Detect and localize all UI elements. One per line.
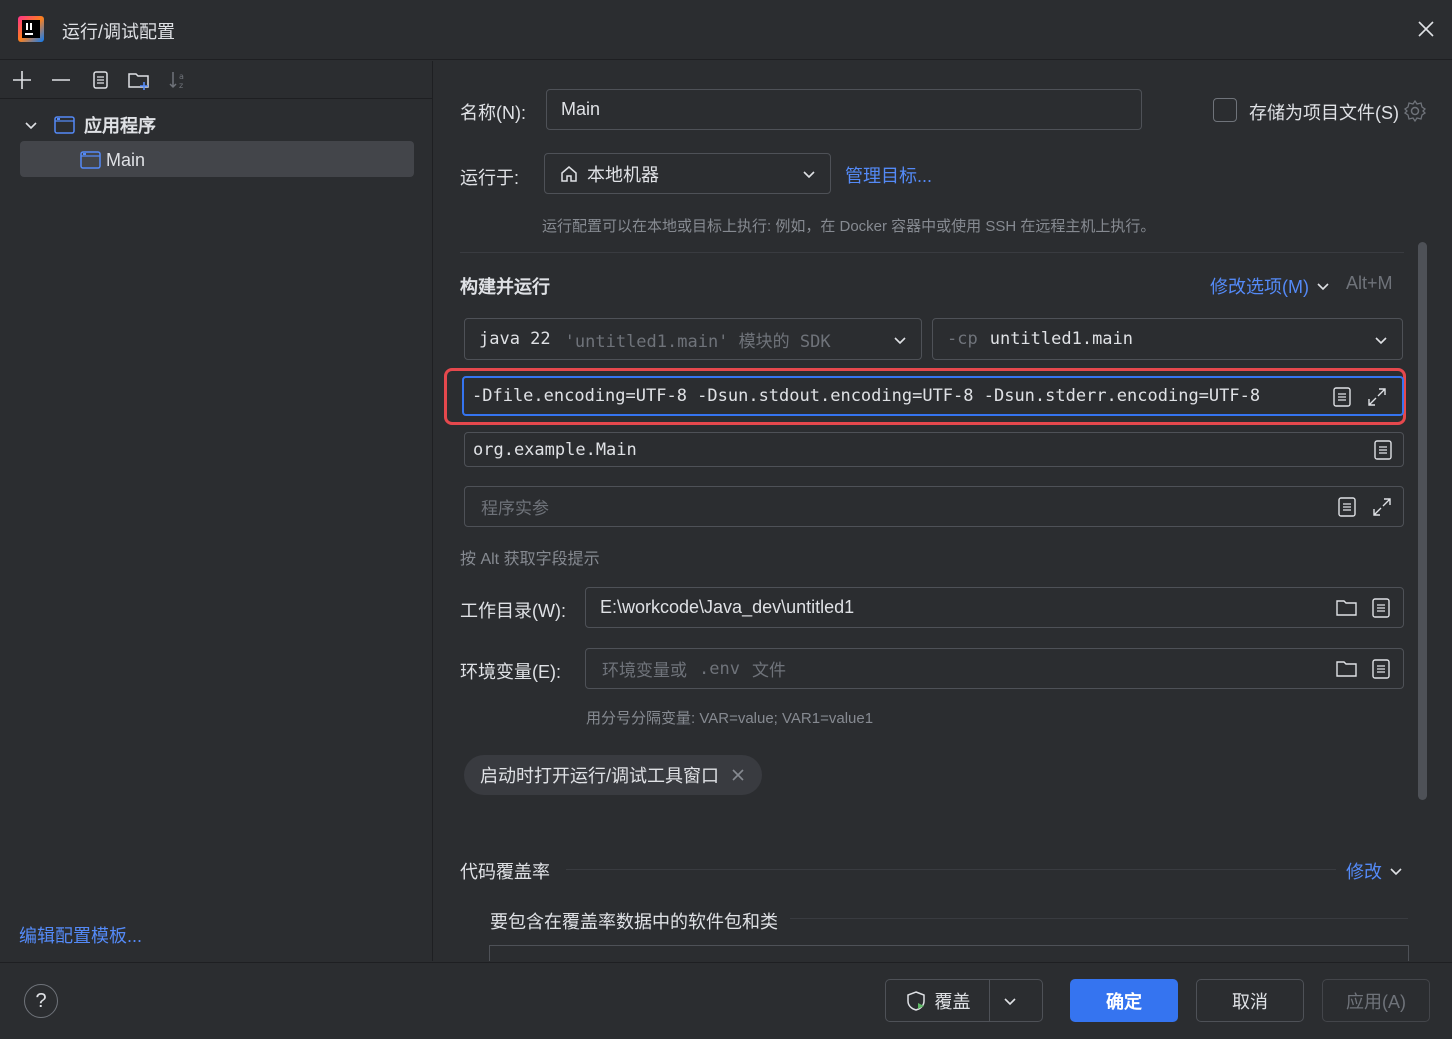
folder-icon[interactable] bbox=[1335, 598, 1359, 618]
coverage-package-list[interactable] bbox=[489, 945, 1409, 961]
chevron-down-icon bbox=[1315, 278, 1331, 294]
svg-text:z: z bbox=[179, 81, 183, 90]
modify-options-link[interactable]: 修改选项(M) bbox=[1210, 273, 1331, 299]
divider bbox=[460, 252, 1404, 253]
chevron-down-icon bbox=[1002, 993, 1018, 1009]
scrollbar[interactable] bbox=[1418, 242, 1427, 800]
list-icon[interactable] bbox=[1371, 658, 1391, 680]
classpath-select[interactable]: -cp untitled1.main bbox=[932, 318, 1403, 360]
title-bar bbox=[0, 0, 1452, 60]
ok-button[interactable]: 确定 bbox=[1070, 979, 1178, 1022]
working-dir-input[interactable]: E:\workcode\Java_dev\untitled1 bbox=[585, 587, 1404, 628]
coverage-description: 要包含在覆盖率数据中的软件包和类 bbox=[490, 912, 778, 932]
apply-button[interactable]: 应用(A) bbox=[1322, 979, 1430, 1022]
name-label: 名称(N): bbox=[460, 103, 526, 123]
list-icon[interactable] bbox=[1337, 496, 1357, 518]
copy-icon[interactable] bbox=[88, 68, 112, 92]
env-placeholder-b: .env bbox=[699, 658, 740, 679]
window-title: 运行/调试配置 bbox=[62, 22, 176, 42]
working-dir-value: E:\workcode\Java_dev\untitled1 bbox=[600, 597, 855, 617]
store-as-project-file-label[interactable]: 存储为项目文件(S) bbox=[1249, 99, 1399, 125]
shield-run-icon bbox=[905, 990, 927, 1012]
cover-button[interactable]: 覆盖 bbox=[899, 980, 990, 1021]
main-class-value: org.example.Main bbox=[473, 439, 637, 460]
list-icon[interactable] bbox=[1373, 439, 1393, 461]
application-config-icon bbox=[54, 115, 76, 135]
cover-split-button[interactable]: 覆盖 bbox=[885, 979, 1043, 1022]
classpath-value: untitled1.main bbox=[989, 329, 1134, 349]
config-tree-pane bbox=[0, 61, 433, 961]
manage-targets-link[interactable]: 管理目标... bbox=[845, 162, 932, 188]
vm-options-input[interactable]: -Dfile.encoding=UTF-8 -Dsun.stdout.encod… bbox=[462, 376, 1404, 416]
svg-text:a: a bbox=[179, 72, 184, 81]
coverage-section-title: 代码覆盖率 bbox=[460, 862, 550, 882]
home-icon bbox=[559, 164, 579, 184]
modify-options-label: 修改选项(M) bbox=[1210, 277, 1309, 297]
run-on-label: 运行于: bbox=[460, 168, 520, 188]
chevron-down-icon bbox=[1372, 331, 1390, 349]
chevron-down-icon[interactable] bbox=[22, 116, 40, 134]
expand-icon[interactable] bbox=[1371, 496, 1393, 518]
tree-group-label: 应用程序 bbox=[84, 116, 156, 136]
env-label: 环境变量(E): bbox=[460, 662, 561, 682]
name-input[interactable]: Main bbox=[546, 89, 1142, 130]
env-input[interactable]: 环境变量或 .env 文件 bbox=[585, 648, 1404, 689]
divider bbox=[566, 869, 1336, 870]
folder-icon[interactable] bbox=[1335, 659, 1359, 679]
build-run-section-title: 构建并运行 bbox=[460, 277, 550, 297]
store-as-project-file-checkbox[interactable] bbox=[1213, 98, 1237, 122]
env-placeholder-c: 文件 bbox=[751, 661, 786, 681]
cover-dropdown[interactable] bbox=[990, 993, 1030, 1009]
edit-templates-link[interactable]: 编辑配置模板... bbox=[19, 922, 142, 948]
chevron-down-icon bbox=[891, 331, 909, 349]
expand-icon[interactable] bbox=[1366, 386, 1388, 408]
chevron-down-icon bbox=[800, 165, 818, 183]
run-on-value: 本地机器 bbox=[587, 164, 659, 185]
program-args-input[interactable]: 程序实参 bbox=[464, 486, 1404, 527]
env-placeholder-a: 环境变量或 bbox=[602, 661, 687, 681]
classpath-flag: -cp bbox=[947, 329, 978, 349]
tree-item-label: Main bbox=[106, 149, 146, 170]
sdk-detail: 'untitled1.main' 模块的 SDK bbox=[564, 331, 831, 352]
vm-options-value: -Dfile.encoding=UTF-8 -Dsun.stdout.encod… bbox=[472, 386, 1261, 406]
run-on-select[interactable]: 本地机器 bbox=[544, 153, 831, 194]
cover-button-label: 覆盖 bbox=[934, 991, 971, 1012]
name-input-value: Main bbox=[561, 99, 601, 119]
close-icon[interactable] bbox=[731, 768, 745, 782]
sort-icon: az bbox=[166, 68, 190, 92]
intellij-logo-icon bbox=[18, 16, 44, 42]
list-icon[interactable] bbox=[1332, 386, 1352, 408]
sdk-value: java 22 bbox=[479, 329, 551, 349]
remove-icon[interactable] bbox=[49, 68, 73, 92]
sdk-select[interactable]: java 22 'untitled1.main' 模块的 SDK bbox=[464, 318, 922, 360]
chevron-down-icon bbox=[1388, 863, 1404, 879]
add-icon[interactable] bbox=[10, 68, 34, 92]
gear-icon[interactable] bbox=[1402, 98, 1428, 124]
application-config-icon bbox=[80, 150, 102, 170]
close-icon[interactable] bbox=[1414, 17, 1438, 41]
env-hint: 用分号分隔变量: VAR=value; VAR1=value1 bbox=[586, 710, 874, 727]
main-class-input[interactable]: org.example.Main bbox=[464, 432, 1404, 467]
modify-options-shortcut: Alt+M bbox=[1346, 273, 1393, 293]
cancel-button[interactable]: 取消 bbox=[1196, 979, 1304, 1022]
working-dir-label: 工作目录(W): bbox=[460, 601, 566, 621]
tree-group-application[interactable]: 应用程序 bbox=[22, 112, 156, 138]
tree-item-main-content[interactable]: Main bbox=[80, 148, 145, 172]
program-args-placeholder: 程序实参 bbox=[481, 499, 549, 519]
alt-hint: 按 Alt 获取字段提示 bbox=[460, 551, 600, 568]
list-icon[interactable] bbox=[1371, 597, 1391, 619]
coverage-modify-label: 修改 bbox=[1346, 862, 1382, 882]
help-button[interactable]: ? bbox=[24, 984, 58, 1018]
divider bbox=[790, 918, 1408, 919]
run-on-hint: 运行配置可以在本地或目标上执行: 例如，在 Docker 容器中或使用 SSH … bbox=[542, 218, 1156, 235]
coverage-modify-link[interactable]: 修改 bbox=[1346, 858, 1404, 884]
open-tool-window-option-chip[interactable]: 启动时打开运行/调试工具窗口 bbox=[464, 755, 762, 795]
new-folder-icon[interactable] bbox=[127, 68, 151, 92]
chip-label: 启动时打开运行/调试工具窗口 bbox=[480, 766, 719, 786]
